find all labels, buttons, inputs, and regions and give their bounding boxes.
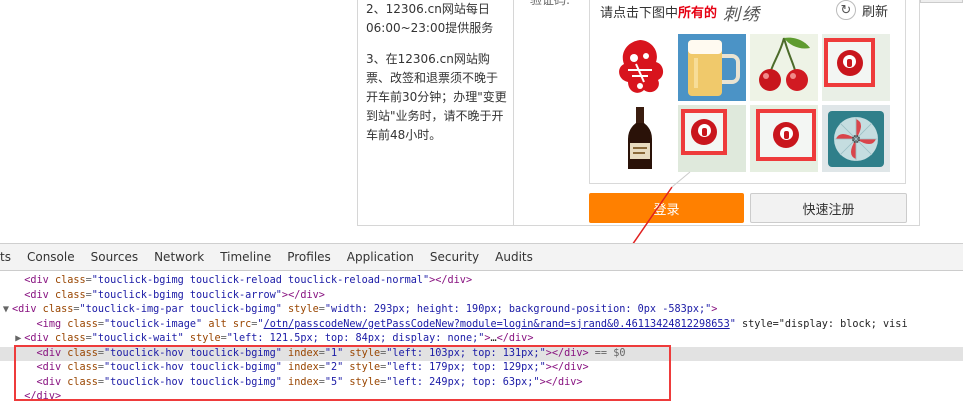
dom-node-markup: <div class="touclick-bgimg touclick-arro… bbox=[24, 289, 325, 301]
dom-node-line[interactable]: <div class="touclick-hov touclick-bgimg"… bbox=[0, 361, 963, 376]
dom-node-markup: </div> bbox=[24, 391, 62, 402]
captcha-target-word: 刺绣 bbox=[723, 5, 761, 25]
dom-node-markup: <div class="touclick-hov touclick-bgimg"… bbox=[36, 376, 583, 388]
dom-node-markup: <div class="touclick-img-par touclick-bg… bbox=[12, 304, 718, 315]
dom-node-markup: <div class="touclick-bgimg touclick-relo… bbox=[24, 275, 473, 286]
refresh-button[interactable]: ↻ 刷新 bbox=[836, 0, 888, 20]
devtools-tab-sources[interactable]: Sources bbox=[83, 244, 146, 271]
railway-logo-icon bbox=[691, 119, 717, 145]
captcha-tile-embroidery-3[interactable] bbox=[750, 105, 818, 172]
captcha-label: 验证码: bbox=[530, 0, 571, 7]
devtools-tab-bar: ts Console Sources Network Timeline Profiles A… bbox=[0, 244, 963, 271]
login-page: 2、12306.cn网站每日06:00~23:00提供服务 3、在12306.c… bbox=[0, 0, 963, 243]
selection-marker bbox=[824, 38, 875, 87]
captcha-tile-embroidery-2[interactable] bbox=[678, 105, 746, 172]
devtools-tab-timeline[interactable]: Timeline bbox=[212, 244, 279, 271]
notice-item-3: 3、在12306.cn网站购票、改签和退票须不晚于开车前30分钟；办理"变更到站… bbox=[366, 52, 507, 142]
captcha-tile-fan[interactable] bbox=[822, 105, 890, 172]
devtools-tab-security[interactable]: Security bbox=[422, 244, 487, 271]
devtools-tab-audits[interactable]: Audits bbox=[487, 244, 541, 271]
dom-node-line[interactable]: </div> bbox=[0, 390, 963, 405]
panel-divider bbox=[919, 0, 920, 226]
panel-divider bbox=[357, 0, 358, 226]
captcha-prompt: 请点击下图中所有的 bbox=[600, 2, 717, 21]
selection-marker bbox=[756, 109, 816, 161]
captcha-tile-papercut[interactable] bbox=[606, 34, 674, 101]
devtools-tab-profiles[interactable]: Profiles bbox=[279, 244, 339, 271]
selection-marker bbox=[681, 109, 727, 155]
help-link[interactable]: ··· bbox=[920, 0, 963, 3]
railway-logo-icon bbox=[836, 49, 863, 76]
dom-node-markup: <div class="touclick-wait" style="left: … bbox=[24, 333, 534, 344]
captcha-tile-wine-bottle[interactable] bbox=[606, 105, 674, 172]
panel-divider bbox=[513, 0, 514, 226]
dom-node-markup: <div class="touclick-hov touclick-bgimg"… bbox=[36, 347, 626, 359]
collapse-triangle-icon[interactable]: ▼ bbox=[0, 303, 12, 318]
dom-node-line[interactable]: <div class="touclick-bgimg touclick-relo… bbox=[0, 274, 963, 289]
devtools-tab-ts[interactable]: ts bbox=[0, 244, 19, 271]
notice-item-2: 2、12306.cn网站每日06:00~23:00提供服务 bbox=[366, 2, 494, 35]
login-button[interactable]: 登录 bbox=[589, 193, 744, 223]
dom-node-line[interactable]: ▼ <div class="touclick-img-par touclick-b… bbox=[0, 303, 963, 318]
elements-tree: <div class="touclick-bgimg touclick-relo… bbox=[0, 274, 963, 405]
panel-divider bbox=[357, 225, 920, 226]
devtools-tab-network[interactable]: Network bbox=[146, 244, 212, 271]
dom-node-line[interactable]: <img class="touclick-image" alt src="/ot… bbox=[0, 318, 963, 333]
captcha-tile-embroidery-1[interactable] bbox=[822, 34, 890, 101]
service-notice: 2、12306.cn网站每日06:00~23:00提供服务 3、在12306.c… bbox=[366, 0, 508, 157]
dom-node-line[interactable]: ▶ <div class="touclick-wait" style="left:… bbox=[0, 332, 963, 347]
expand-triangle-icon[interactable]: ▶ bbox=[12, 332, 24, 347]
captcha-prompt-highlight: 所有的 bbox=[678, 6, 718, 21]
captcha-tile-cherries[interactable] bbox=[750, 34, 818, 101]
devtools-panel: ts Console Sources Network Timeline Profiles A… bbox=[0, 243, 963, 409]
captcha-box: 请点击下图中所有的 刺绣 ↻ 刷新 bbox=[589, 0, 906, 184]
dom-node-line[interactable]: <div class="touclick-hov touclick-bgimg"… bbox=[0, 346, 963, 361]
register-button[interactable]: 快速注册 bbox=[750, 193, 907, 223]
captcha-prompt-prefix: 请点击下图中 bbox=[600, 6, 679, 21]
refresh-label: 刷新 bbox=[862, 4, 889, 20]
dom-node-line[interactable]: <div class="touclick-bgimg touclick-arro… bbox=[0, 289, 963, 304]
dom-node-markup: <div class="touclick-hov touclick-bgimg"… bbox=[36, 362, 589, 373]
devtools-tab-console[interactable]: Console bbox=[19, 244, 83, 271]
railway-logo-icon bbox=[773, 122, 799, 148]
captcha-tile-beer[interactable] bbox=[678, 34, 746, 101]
dom-node-markup: <img class="touclick-image" alt src="/ot… bbox=[36, 318, 908, 330]
dom-node-line[interactable]: <div class="touclick-hov touclick-bgimg"… bbox=[0, 376, 963, 391]
refresh-icon: ↻ bbox=[836, 0, 856, 20]
devtools-tab-application[interactable]: Application bbox=[339, 244, 422, 271]
